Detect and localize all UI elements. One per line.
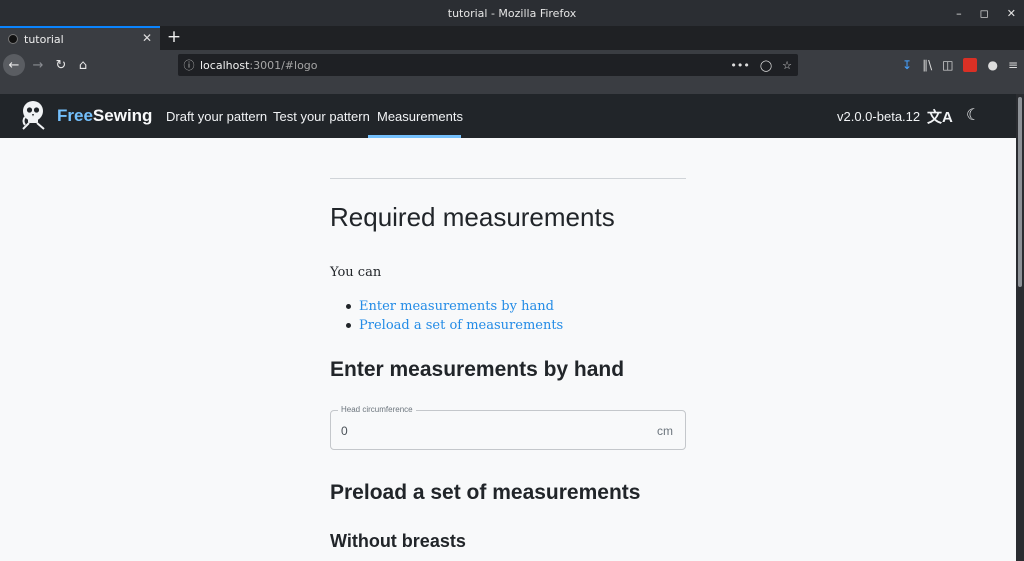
url-host: localhost [200, 58, 250, 72]
section-title-enter-by-hand: Enter measurements by hand [330, 358, 625, 381]
url-bar[interactable]: ⓘ localhost:3001/#logo ••• ◯ ☆ [178, 54, 798, 76]
close-window-icon[interactable]: ✕ [1007, 7, 1016, 20]
browser-tab[interactable]: tutorial ✕ [0, 26, 160, 50]
reload-icon[interactable]: ↻ [50, 54, 72, 76]
toolbar-right: ↧ ∥\ ◫ ● ≡ [902, 54, 1018, 76]
head-circumference-field[interactable]: Head circumference 0 cm [330, 405, 686, 450]
bullet-icon [346, 304, 351, 309]
freesewing-logo-icon[interactable] [19, 99, 49, 131]
page-title: Required measurements [330, 202, 615, 232]
brand-free: Free [57, 106, 93, 125]
toc-link-preload[interactable]: Preload a set of measurements [359, 318, 563, 333]
url-path: :3001/#logo [249, 58, 318, 72]
page-actions-icon[interactable]: ••• [730, 59, 749, 72]
section-title-preload: Preload a set of measurements [330, 481, 641, 504]
window-titlebar: tutorial - Mozilla Firefox – ◻ ✕ [0, 0, 1024, 26]
tab-close-icon[interactable]: ✕ [142, 31, 152, 45]
toolbar-spacer [0, 80, 1024, 94]
divider [330, 178, 686, 179]
downloads-icon[interactable]: ↧ [902, 58, 912, 72]
home-icon[interactable]: ⌂ [72, 54, 94, 76]
subsection-title: Without breasts [330, 531, 466, 551]
account-icon[interactable]: ● [987, 58, 997, 72]
extension-icon[interactable] [963, 58, 978, 72]
field-value[interactable]: 0 [341, 424, 348, 438]
version-label: v2.0.0-beta.12 [837, 109, 921, 124]
bullet-icon [346, 323, 351, 328]
dark-mode-moon-icon[interactable]: ☾ [966, 105, 980, 125]
library-icon[interactable]: ∥\ [922, 58, 932, 72]
tab-strip: tutorial ✕ + [0, 26, 1024, 50]
url-actions: ••• ◯ ☆ [730, 54, 792, 76]
window-controls: – ◻ ✕ [956, 0, 1016, 26]
toc-link-enter-by-hand[interactable]: Enter measurements by hand [359, 299, 554, 314]
site-info-icon[interactable]: ⓘ [178, 57, 200, 73]
brand-sewing: Sewing [92, 106, 153, 125]
tab-title: tutorial [24, 32, 64, 46]
favicon-icon [8, 34, 18, 44]
forward-icon[interactable]: → [27, 54, 49, 76]
bookmark-star-icon[interactable]: ☆ [782, 59, 792, 72]
nav-toolbar: ← → ↻ ⌂ ⓘ localhost:3001/#logo ••• ◯ ☆ ↧… [0, 50, 1024, 80]
nav-test-pattern[interactable]: Test your pattern [273, 109, 370, 124]
intro-text: You can [330, 265, 382, 280]
toc-item: Enter measurements by hand [346, 297, 563, 316]
nav-draft-pattern[interactable]: Draft your pattern [166, 109, 267, 124]
nav-measurements[interactable]: Measurements [377, 109, 463, 124]
toc-list: Enter measurements by hand Preload a set… [346, 297, 563, 335]
brand-name[interactable]: FreeSewing [57, 106, 152, 126]
new-tab-icon[interactable]: + [164, 27, 184, 47]
maximize-icon[interactable]: ◻ [980, 7, 989, 20]
menu-icon[interactable]: ≡ [1008, 58, 1018, 72]
toc-item: Preload a set of measurements [346, 316, 563, 335]
pocket-icon[interactable]: ◯ [760, 59, 772, 72]
field-unit: cm [657, 424, 673, 438]
scrollbar-thumb[interactable] [1018, 97, 1022, 287]
app-header: FreeSewing Draft your pattern Test your … [0, 94, 1016, 138]
field-label: Head circumference [338, 405, 416, 414]
active-nav-indicator [368, 135, 461, 138]
sidebar-icon[interactable]: ◫ [942, 58, 953, 72]
window-title: tutorial - Mozilla Firefox [447, 6, 577, 20]
minimize-icon[interactable]: – [956, 7, 962, 20]
language-icon[interactable]: 文A [927, 106, 953, 127]
back-icon[interactable]: ← [3, 54, 25, 76]
